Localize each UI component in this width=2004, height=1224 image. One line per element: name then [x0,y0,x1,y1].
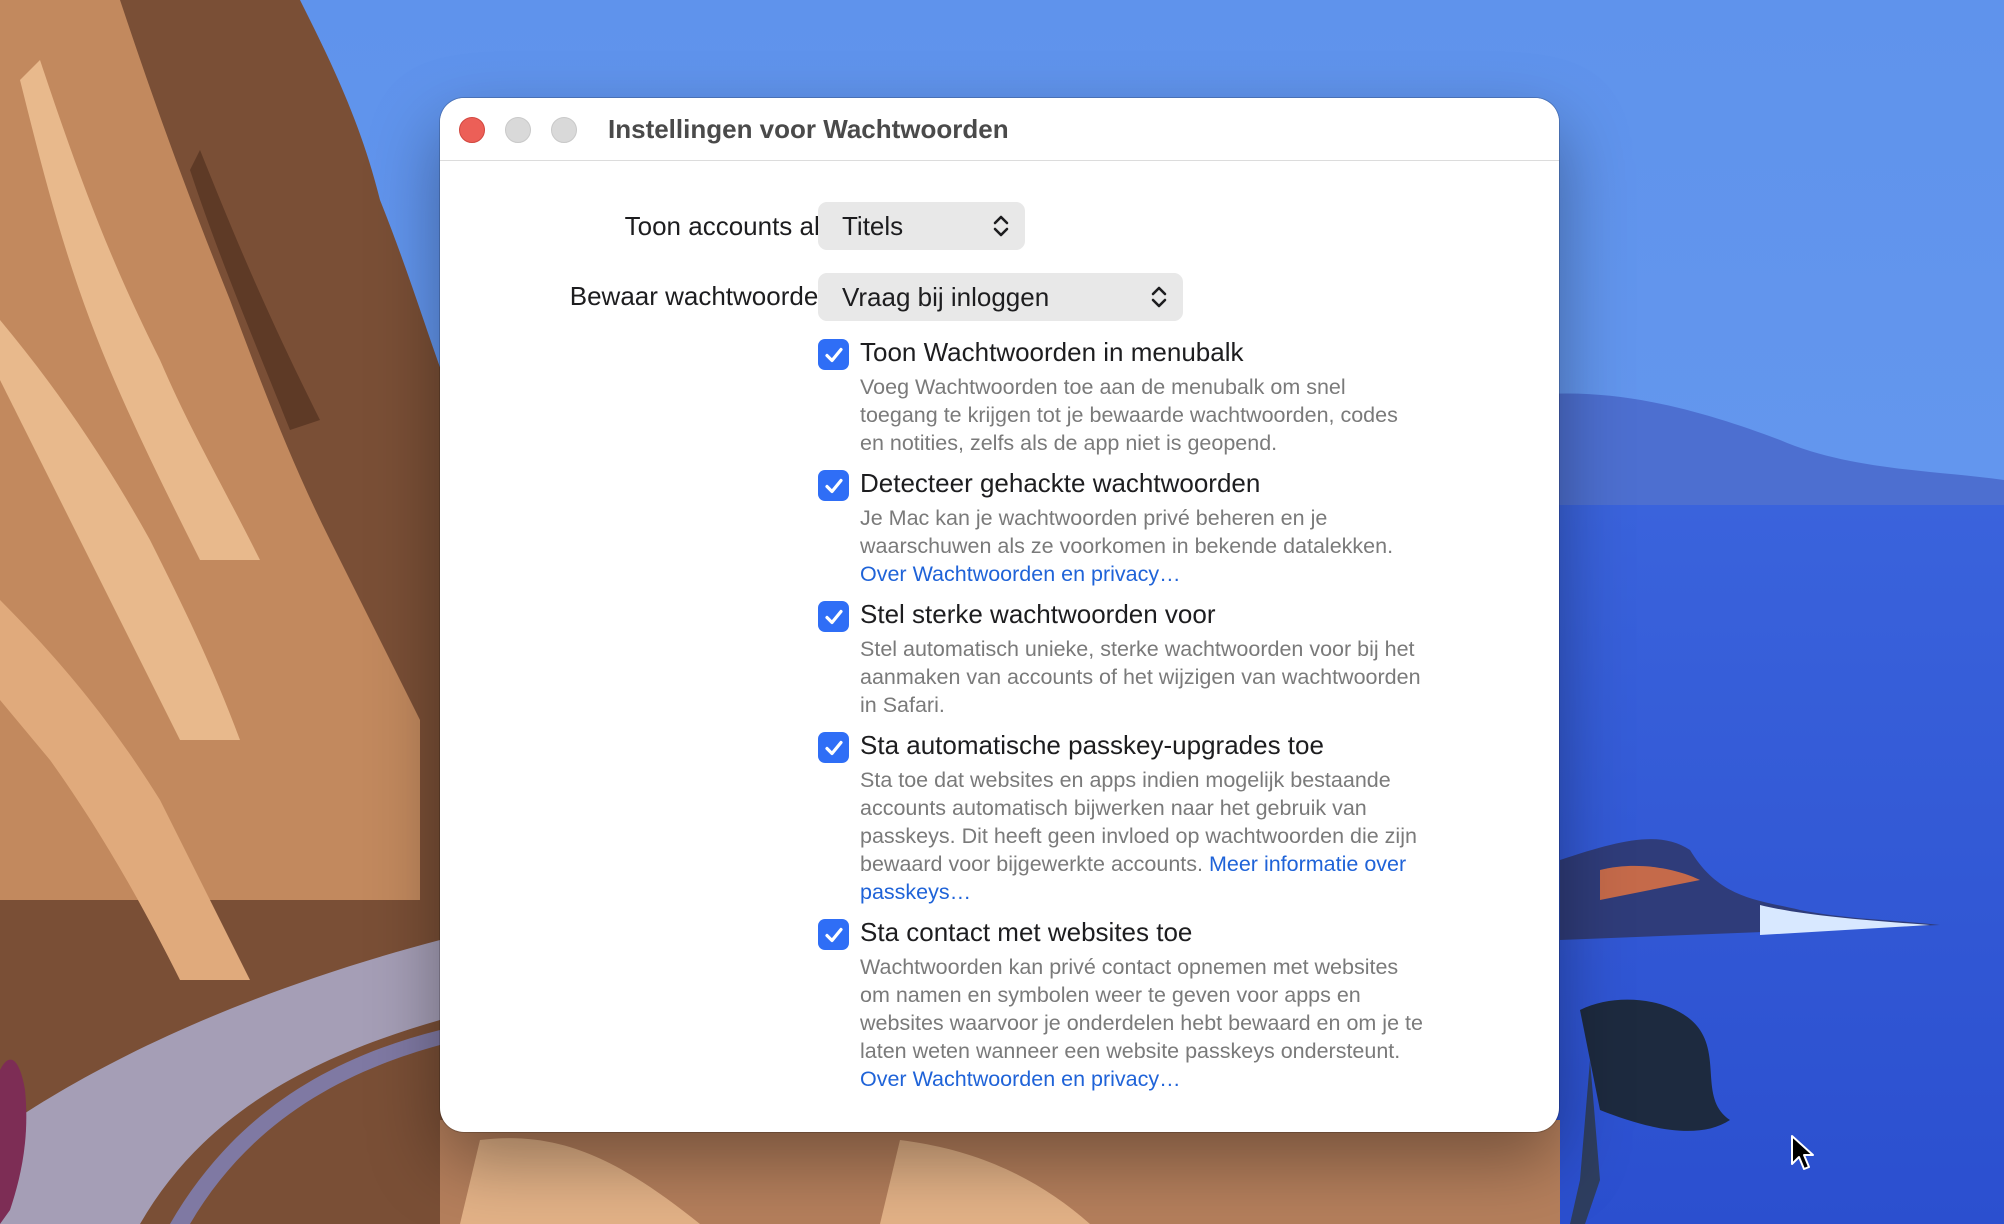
option-description: Voeg Wachtwoorden toe aan de menubalk om… [860,373,1510,457]
desc-line: Stel automatisch unieke, sterke wachtwoo… [860,637,1415,661]
desc-text: bewaard voor bijgewerkte accounts. [860,852,1203,876]
checkmark-icon [824,347,843,362]
option-title: Stel sterke wachtwoorden voor [860,599,1216,629]
show-accounts-popup[interactable]: Titels [818,202,1025,250]
option-description: Je Mac kan je wachtwoorden privé beheren… [860,504,1510,588]
mouse-cursor-icon [1791,1135,1814,1170]
option-title: Sta automatische passkey-upgrades toe [860,730,1324,760]
passkeys-info-link-cont[interactable]: passkeys… [860,878,1510,906]
minimize-button[interactable] [505,117,531,143]
chevron-updown-icon [993,215,1009,237]
desc-line: en notities, zelfs als de app niet is ge… [860,431,1278,455]
desc-line: aanmaken van accounts of het wijzigen va… [860,665,1421,689]
desc-line: waarschuwen als ze voorkomen in bekende … [860,534,1394,558]
zoom-button[interactable] [551,117,577,143]
desc-line: accounts automatisch bijwerken naar het … [860,796,1367,820]
chevron-updown-icon [1151,286,1167,308]
option-title: Sta contact met websites toe [860,917,1193,947]
checkmark-icon [824,927,843,942]
suggest-strong-checkbox[interactable] [818,601,849,632]
settings-window: Instellingen voor Wachtwoorden Toon acco… [440,98,1559,1132]
save-passwords-popup[interactable]: Vraag bij inloggen [818,273,1183,321]
desc-line: bewaard voor bijgewerkte accounts. Meer … [860,850,1510,878]
detect-hacked-checkbox[interactable] [818,470,849,501]
save-passwords-value: Vraag bij inloggen [842,282,1050,312]
save-passwords-label: Bewaar wachtwoorden: [569,281,840,311]
desc-line: Je Mac kan je wachtwoorden privé beheren… [860,506,1328,530]
menubar-checkbox[interactable] [818,339,849,370]
desc-line: om namen en symbolen weer te geven voor … [860,983,1361,1007]
option-title: Toon Wachtwoorden in menubalk [860,337,1244,367]
contact-websites-checkbox[interactable] [818,919,849,950]
desc-line: in Safari. [860,693,945,717]
desc-line: Sta toe dat websites en apps indien moge… [860,768,1391,792]
checkmark-icon [824,609,843,624]
desc-line: laten weten wanneer een website passkeys… [860,1039,1401,1063]
desc-line: Wachtwoorden kan privé contact opnemen m… [860,955,1399,979]
option-description: Stel automatisch unieke, sterke wachtwoo… [860,635,1510,719]
desc-line: toegang te krijgen tot je bewaarde wacht… [860,403,1398,427]
checkmark-icon [824,740,843,755]
close-button[interactable] [459,117,485,143]
passkey-upgrades-checkbox[interactable] [818,732,849,763]
option-description: Sta toe dat websites en apps indien moge… [860,766,1510,906]
desc-line: Voeg Wachtwoorden toe aan de menubalk om… [860,375,1346,399]
desc-line: passkeys. Dit heeft geen invloed op wach… [860,824,1417,848]
option-description: Wachtwoorden kan privé contact opnemen m… [860,953,1510,1093]
option-title: Detecteer gehackte wachtwoorden [860,468,1261,498]
privacy-link[interactable]: Over Wachtwoorden en privacy… [860,560,1510,588]
title-bar: Instellingen voor Wachtwoorden [440,98,1559,161]
show-accounts-value: Titels [842,211,904,241]
window-title: Instellingen voor Wachtwoorden [608,114,1009,144]
privacy-link[interactable]: Over Wachtwoorden en privacy… [860,1065,1510,1093]
show-accounts-label: Toon accounts als: [624,211,840,241]
passkeys-info-link[interactable]: Meer informatie over [1209,852,1406,876]
desc-line: websites waarvoor je onderdelen hebt bew… [860,1011,1423,1035]
checkmark-icon [824,478,843,493]
